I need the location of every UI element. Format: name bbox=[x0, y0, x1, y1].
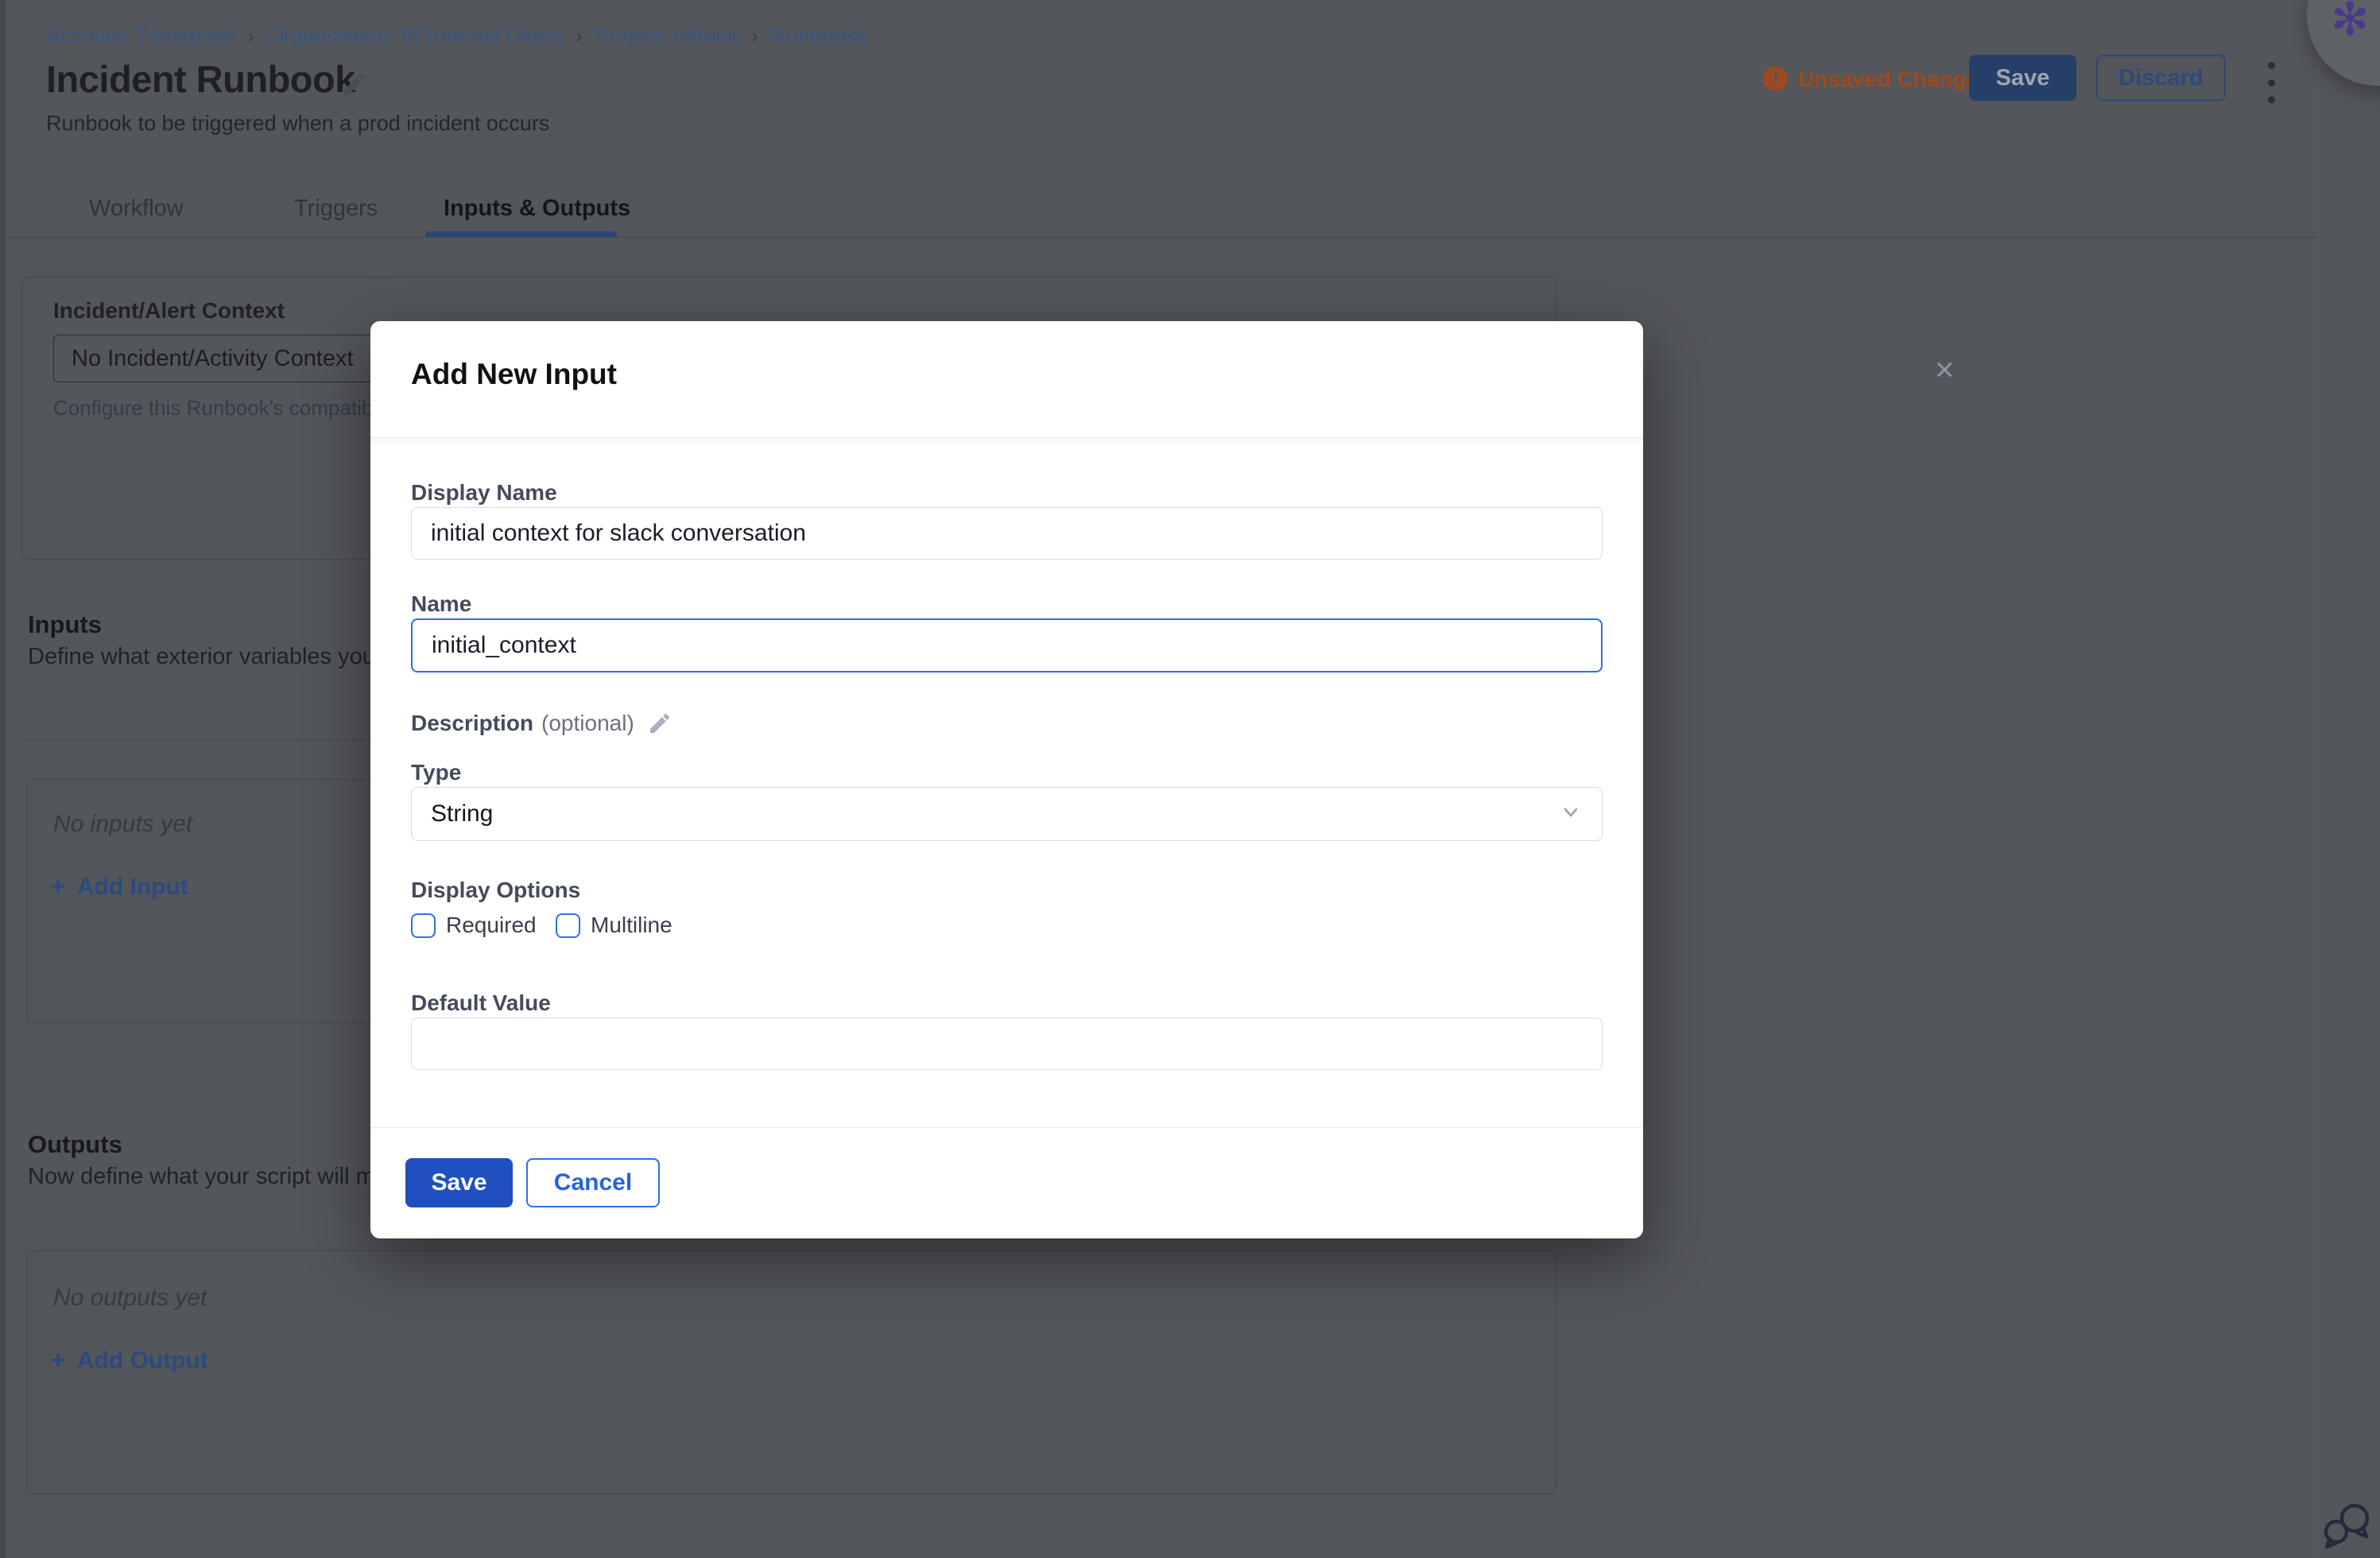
edit-description-pencil-icon[interactable] bbox=[647, 711, 673, 736]
plus-icon: + bbox=[50, 1345, 66, 1376]
display-options-label: Display Options bbox=[411, 878, 580, 903]
multiline-checkbox-group[interactable]: Multiline bbox=[556, 913, 673, 938]
no-outputs-text: No outputs yet bbox=[53, 1285, 207, 1312]
chevron-right-icon: › bbox=[576, 24, 583, 48]
breadcrumb-account-link[interactable]: Account: Transposit bbox=[46, 24, 235, 48]
chat-bubbles-icon[interactable] bbox=[2321, 1501, 2374, 1550]
inputs-description: Define what exterior variables your bbox=[28, 644, 382, 670]
type-select[interactable]: String bbox=[411, 787, 1603, 841]
display-name-label: Display Name bbox=[411, 480, 557, 506]
modal-save-button[interactable]: Save bbox=[405, 1158, 513, 1207]
kebab-menu-button[interactable] bbox=[2261, 62, 2281, 103]
required-checkbox[interactable] bbox=[411, 913, 436, 938]
add-output-label: Add Output bbox=[77, 1347, 208, 1374]
default-value-label: Default Value bbox=[411, 990, 551, 1016]
type-label: Type bbox=[411, 760, 461, 785]
chevron-down-icon bbox=[1559, 804, 1583, 824]
name-label: Name bbox=[411, 591, 471, 617]
unsaved-changes-badge: Unsaved Changes bbox=[1798, 67, 1991, 92]
multiline-checkbox[interactable] bbox=[556, 913, 580, 938]
right-rail-divider bbox=[2317, 0, 2318, 1558]
warning-icon: ! bbox=[1763, 66, 1788, 91]
tab-inputs-outputs[interactable]: Inputs & Outputs bbox=[444, 196, 630, 222]
page-subtitle: Runbook to be triggered when a prod inci… bbox=[46, 111, 549, 136]
app-screen: Account: Transposit › Organization: IR I… bbox=[0, 0, 2380, 1558]
window-left-edge bbox=[0, 0, 6, 1558]
type-select-value: String bbox=[431, 800, 493, 827]
outputs-heading: Outputs bbox=[28, 1130, 122, 1159]
outputs-empty-card bbox=[26, 1250, 1556, 1494]
outputs-description: Now define what your script will ma bbox=[28, 1164, 388, 1190]
header-discard-button[interactable]: Discard bbox=[2096, 55, 2226, 101]
breadcrumb: Account: Transposit › Organization: IR I… bbox=[46, 24, 867, 48]
chevron-right-icon: › bbox=[247, 24, 254, 48]
default-value-input[interactable] bbox=[411, 1017, 1603, 1070]
required-checkbox-group[interactable]: Required bbox=[411, 913, 537, 938]
add-new-input-modal: Add New Input × Display Name Name Descri… bbox=[370, 321, 1643, 1238]
add-input-label: Add Input bbox=[77, 874, 188, 901]
tab-workflow[interactable]: Workflow bbox=[89, 196, 184, 222]
no-inputs-text: No inputs yet bbox=[53, 811, 192, 838]
name-input[interactable] bbox=[411, 618, 1603, 672]
flower-logo-icon: ✻ bbox=[2331, 0, 2370, 46]
display-name-input[interactable] bbox=[411, 507, 1603, 560]
description-optional-label: (optional) bbox=[541, 711, 634, 736]
breadcrumb-project-link[interactable]: Project: default bbox=[595, 24, 738, 48]
context-helper-text: Configure this Runbook's compatibi bbox=[53, 396, 378, 421]
tabs-bottom-border bbox=[6, 237, 2317, 238]
modal-footer-divider bbox=[370, 1127, 1643, 1128]
description-label: Description bbox=[411, 711, 533, 736]
header-save-button[interactable]: Save bbox=[1969, 55, 2076, 101]
inputs-heading: Inputs bbox=[28, 610, 102, 639]
tab-triggers[interactable]: Triggers bbox=[294, 196, 378, 222]
multiline-checkbox-label: Multiline bbox=[591, 913, 673, 938]
description-label-row: Description (optional) bbox=[411, 711, 673, 736]
required-checkbox-label: Required bbox=[446, 913, 537, 938]
add-output-button[interactable]: + Add Output bbox=[50, 1345, 208, 1376]
close-icon[interactable]: × bbox=[1935, 353, 1955, 386]
context-label: Incident/Alert Context bbox=[53, 298, 285, 324]
breadcrumb-runbooks-link[interactable]: Runbooks bbox=[770, 24, 867, 48]
modal-cancel-button[interactable]: Cancel bbox=[526, 1158, 660, 1207]
chevron-right-icon: › bbox=[751, 24, 758, 48]
modal-title: Add New Input bbox=[411, 358, 617, 391]
page-title: Incident Runbook bbox=[46, 57, 355, 101]
add-input-button[interactable]: + Add Input bbox=[50, 871, 188, 902]
breadcrumb-organization-link[interactable]: Organization: IR Internal Demo bbox=[267, 24, 563, 48]
edit-title-pencil-icon[interactable] bbox=[340, 70, 369, 99]
modal-header-divider bbox=[370, 437, 1643, 448]
plus-icon: + bbox=[50, 871, 66, 902]
